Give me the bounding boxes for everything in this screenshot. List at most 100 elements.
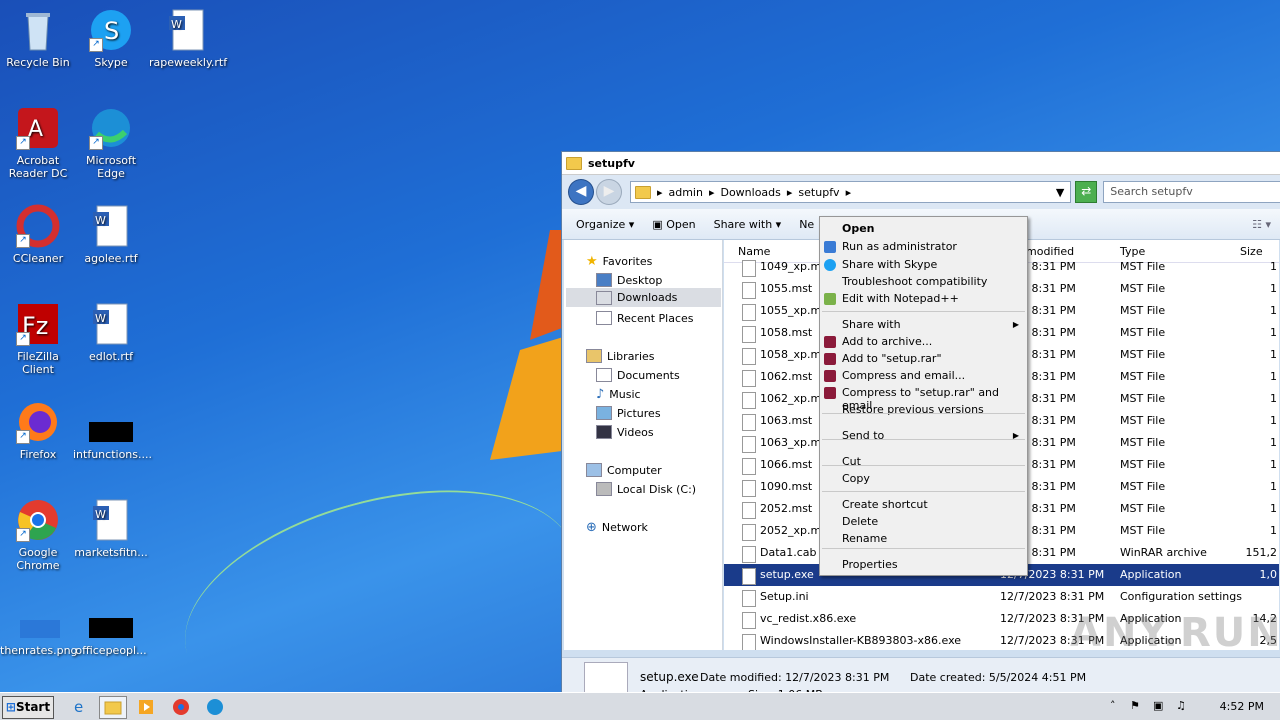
documents-icon: [596, 368, 612, 382]
menu-item-troubleshoot-compatibility[interactable]: Troubleshoot compatibility: [842, 275, 1022, 288]
nav-favorites[interactable]: ★ Favorites: [586, 254, 652, 269]
desktop-icon-marketsfitn[interactable]: W marketsfitn...: [73, 498, 149, 559]
breadcrumb-setupfv[interactable]: setupfv: [798, 186, 839, 199]
nav-downloads[interactable]: Downloads: [566, 288, 721, 307]
share-with-label: Share with: [713, 217, 773, 231]
menu-item-share-with-skype[interactable]: Share with Skype: [842, 258, 1022, 271]
breadcrumb-admin[interactable]: admin: [668, 186, 702, 199]
explorer-titlebar[interactable]: setupfv: [562, 152, 1280, 175]
tray-volume-icon[interactable]: ♫: [1176, 699, 1186, 712]
refresh-button[interactable]: ⇄: [1075, 181, 1098, 203]
desktop-icon-firefox[interactable]: ↗ Firefox: [0, 400, 76, 461]
breadcrumb-downloads[interactable]: Downloads: [720, 186, 780, 199]
file-size: 1: [1270, 436, 1277, 449]
menu-item-copy[interactable]: Copy: [842, 472, 1022, 485]
desktop-icon-chrome[interactable]: ↗ Google Chrome: [0, 498, 76, 572]
menu-item-send-to[interactable]: Send to: [842, 429, 1022, 442]
svg-text:S: S: [104, 17, 119, 45]
file-type: MST File: [1120, 260, 1166, 273]
menu-item-share-with[interactable]: Share with: [842, 318, 1022, 331]
breadcrumb-separator: ▸: [708, 185, 715, 199]
new-folder-button[interactable]: Ne: [799, 218, 814, 231]
file-size: 1: [1270, 524, 1277, 537]
file-size: 1: [1270, 370, 1277, 383]
menu-item-add-to-archive[interactable]: Add to archive...: [842, 335, 1022, 348]
back-button[interactable]: ◀: [568, 179, 594, 205]
share-with-button[interactable]: Share with ▾: [714, 218, 782, 231]
nav-desktop[interactable]: Desktop: [596, 273, 662, 287]
desktop-icon-ccleaner[interactable]: ↗ CCleaner: [0, 204, 76, 265]
desktop-icon-recycle-bin[interactable]: Recycle Bin: [0, 8, 76, 69]
pictures-icon: [596, 406, 612, 420]
menu-item-rename[interactable]: Rename: [842, 532, 1022, 545]
file-name: 2052_xp.ms: [760, 524, 827, 537]
svg-text:W: W: [95, 214, 106, 227]
nav-local-disk[interactable]: Local Disk (C:): [596, 482, 696, 496]
desktop-icon-edlot[interactable]: W edlot.rtf: [73, 302, 149, 363]
nav-music[interactable]: ♪ Music: [596, 387, 641, 402]
nav-computer[interactable]: Computer: [586, 463, 662, 477]
desktop-icon-rapeweekly[interactable]: W rapeweekly.rtf: [149, 8, 227, 69]
nav-pictures[interactable]: Pictures: [596, 406, 661, 420]
desktop-icon-intfunctions[interactable]: intfunctions....: [73, 400, 152, 461]
nav-network[interactable]: ⊕ Network: [586, 520, 648, 535]
view-options-icon[interactable]: ☷ ▾: [1252, 218, 1271, 231]
network-icon: ⊕: [586, 520, 597, 535]
file-icon: [742, 546, 756, 563]
taskbar-ie-icon[interactable]: e: [68, 696, 94, 717]
menu-item-edit-with-notepad[interactable]: Edit with Notepad++: [842, 292, 1022, 305]
desktop-icon-skype[interactable]: S ↗ Skype: [73, 8, 149, 69]
desktop-icon-label: Acrobat Reader DC: [8, 154, 68, 180]
menu-item-restore-previous-versions[interactable]: Restore previous versions: [842, 403, 1022, 416]
file-type: Configuration settings: [1120, 590, 1242, 603]
menu-item-cut[interactable]: Cut: [842, 455, 1022, 468]
menu-item-run-as-administrator[interactable]: Run as administrator: [842, 240, 1022, 253]
file-type: MST File: [1120, 370, 1166, 383]
tray-network-icon[interactable]: ▣: [1153, 699, 1163, 712]
desktop-icon-filezilla[interactable]: Fz ↗ FileZilla Client: [0, 302, 76, 376]
file-size: 1: [1270, 348, 1277, 361]
open-button[interactable]: ▣ Open: [652, 218, 695, 231]
desktop-icon-label: Google Chrome: [16, 546, 60, 572]
desktop-icon-acrobat[interactable]: A ↗ Acrobat Reader DC: [0, 106, 76, 180]
desktop-icon-agolee[interactable]: W agolee.rtf: [73, 204, 149, 265]
menu-item-properties[interactable]: Properties: [842, 558, 1022, 571]
taskbar-chrome-icon[interactable]: [168, 696, 194, 717]
filezilla-icon: Fz ↗: [16, 302, 60, 346]
tray-expand-icon[interactable]: ˄: [1110, 699, 1116, 712]
start-button[interactable]: ⊞Start: [2, 696, 54, 719]
taskbar-explorer-icon[interactable]: [99, 696, 127, 719]
desktop-icon-officepeopl[interactable]: officepeopl...: [73, 596, 149, 657]
taskbar-media-player-icon[interactable]: [134, 696, 160, 717]
taskbar: ⊞Start e ˄ ⚑ ▣ ♫ 4:52 PM: [0, 692, 1280, 720]
nav-documents[interactable]: Documents: [596, 368, 680, 382]
tray-flag-icon[interactable]: ⚑: [1130, 699, 1140, 712]
menu-item-compress-and-email[interactable]: Compress and email...: [842, 369, 1022, 382]
details-date-created: Date created: 5/5/2024 4:51 PM: [910, 671, 1087, 684]
organize-button[interactable]: Organize ▾: [576, 218, 634, 231]
file-type: MST File: [1120, 282, 1166, 295]
desktop-icon-edge[interactable]: ↗ Microsoft Edge: [73, 106, 149, 180]
address-dropdown-icon[interactable]: ▼: [1056, 186, 1064, 199]
nav-videos[interactable]: Videos: [596, 425, 654, 439]
table-row[interactable]: Setup.ini 12/7/2023 8:31 PM Configuration …: [724, 586, 1279, 608]
menu-item-open[interactable]: Open: [842, 222, 1022, 235]
desktop-icon-thenrates[interactable]: thenrates.png: [0, 596, 78, 657]
svg-text:A: A: [28, 117, 43, 142]
forward-button[interactable]: ▶: [595, 179, 622, 205]
nav-libraries[interactable]: Libraries: [586, 349, 655, 363]
setup-exe-icon: [584, 662, 628, 696]
menu-item-delete[interactable]: Delete: [842, 515, 1022, 528]
menu-item-add-to-setup-rar[interactable]: Add to "setup.rar": [842, 352, 1022, 365]
nav-label: Videos: [617, 425, 654, 439]
taskbar-edge-icon[interactable]: [202, 696, 228, 717]
file-name: 2052.mst: [760, 502, 813, 515]
nav-recent-places[interactable]: Recent Places: [596, 311, 694, 325]
address-bar[interactable]: ▸ admin ▸ Downloads ▸ setupfv ▸ ▼: [629, 181, 1072, 203]
search-input[interactable]: Search setupfv: [1103, 181, 1280, 203]
file-type: MST File: [1120, 458, 1166, 471]
file-icon: [742, 304, 756, 321]
menu-item-create-shortcut[interactable]: Create shortcut: [842, 498, 1022, 511]
clock[interactable]: 4:52 PM: [1220, 700, 1264, 713]
file-icon: [742, 348, 756, 365]
